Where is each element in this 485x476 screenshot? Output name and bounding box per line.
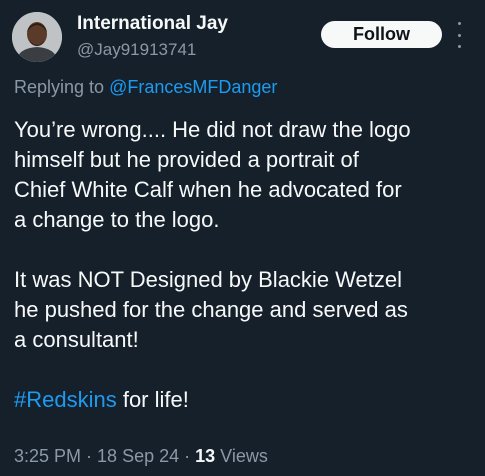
meta-separator: · — [81, 446, 98, 466]
hashtag-link[interactable]: #Redskins — [14, 387, 117, 412]
tweet-paragraph: It was NOT Designed by Blackie Wetzel he… — [14, 267, 408, 352]
tweet-paragraph: You’re wrong.... He did not draw the log… — [14, 117, 411, 232]
meta-separator: · — [179, 446, 196, 466]
avatar[interactable] — [12, 12, 62, 62]
replying-to-prefix: Replying to — [14, 77, 105, 97]
hashtag-suffix: for life! — [116, 387, 189, 412]
more-dot — [457, 22, 461, 25]
tweet-paragraph-hashtag: #Redskins for life! — [14, 385, 480, 415]
tweet-meta: 3:25 PM · 18 Sep 24 · 13 Views — [14, 446, 268, 467]
person-avatar-icon — [12, 12, 62, 62]
more-dot — [457, 45, 461, 48]
tweet-text: You’re wrong.... He did not draw the log… — [14, 115, 480, 415]
follow-button[interactable]: Follow — [321, 21, 442, 48]
more-options-icon[interactable] — [454, 22, 464, 48]
reply-mention-link[interactable]: @FrancesMFDanger — [109, 77, 277, 97]
tweet-time[interactable]: 3:25 PM — [14, 446, 81, 466]
tweet-date[interactable]: 18 Sep 24 — [97, 446, 179, 466]
author-handle[interactable]: @Jay91913741 — [77, 40, 196, 60]
replying-to-line: Replying to @FrancesMFDanger — [14, 77, 277, 98]
more-dot — [457, 33, 461, 37]
views-count: 13 — [195, 446, 216, 466]
views-label: Views — [220, 446, 268, 466]
author-display-name[interactable]: International Jay — [77, 13, 228, 35]
